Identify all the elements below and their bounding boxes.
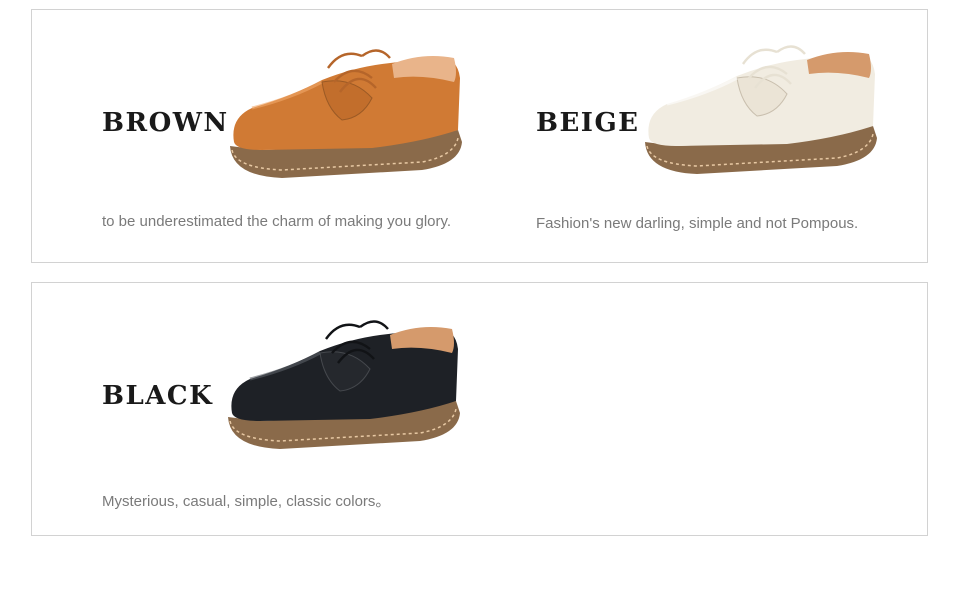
caption-black: Mysterious, casual, simple, classic colo… [102,493,391,510]
caption-brown: to be underestimated the charm of making… [102,213,452,230]
black-shoe-image [228,320,460,449]
color-name-black: BLACK [102,381,214,411]
color-name-beige: BEIGE [536,108,640,138]
product-panel-bottom: BLACK Mysterious, casual, simple, classi… [31,282,928,536]
product-panel-top: BROWN to be underestimated the charm of … [31,9,928,263]
color-name-brown: BROWN [102,108,229,138]
beige-shoe-image [645,45,877,174]
brown-shoe-image [230,49,462,178]
caption-beige: Fashion's new darling, simple and not Po… [536,215,859,232]
